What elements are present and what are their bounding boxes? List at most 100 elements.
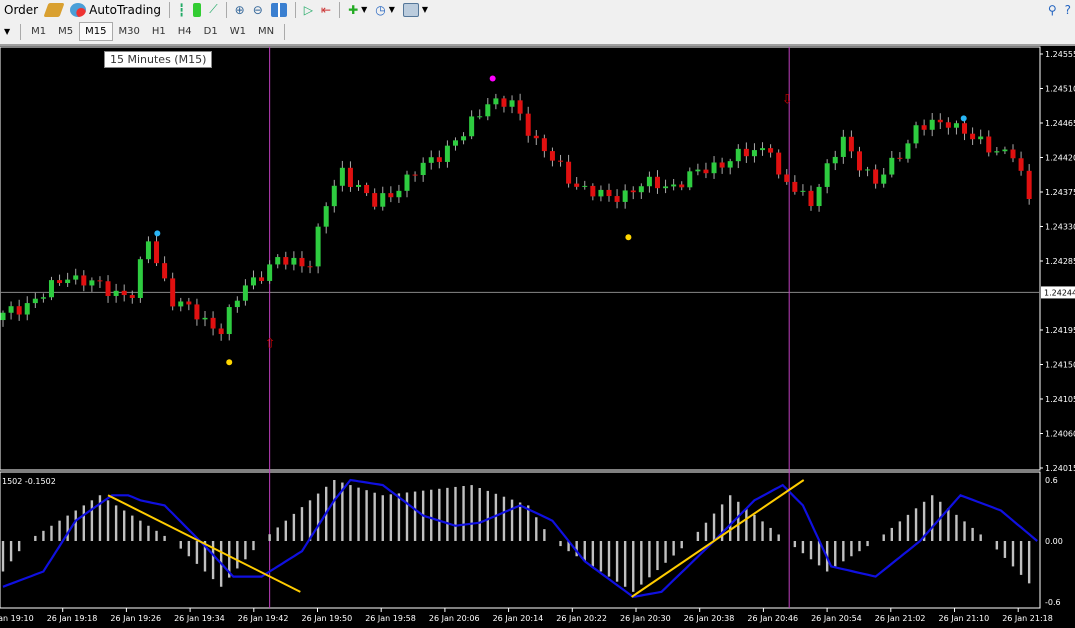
candle (695, 163, 701, 176)
candle-body (735, 148, 741, 162)
candle (331, 179, 337, 213)
candle-body (663, 186, 669, 189)
candle (663, 179, 669, 194)
candle-body (533, 135, 539, 139)
candle (267, 260, 273, 284)
candle-body (1018, 158, 1024, 171)
candle (832, 150, 838, 171)
candle (178, 297, 184, 312)
candle (89, 277, 95, 292)
candle-body (792, 181, 798, 192)
candle-body (784, 174, 790, 182)
candle (711, 156, 717, 179)
candle (590, 183, 596, 201)
candle (105, 275, 111, 303)
candle (291, 251, 297, 271)
candle (477, 109, 483, 120)
timeframe-tooltip: 15 Minutes (M15) (104, 51, 213, 68)
candle (784, 169, 790, 185)
candle-body (768, 148, 774, 153)
candle-body (646, 176, 652, 187)
candle (0, 310, 6, 327)
candle (388, 186, 394, 203)
candle-body (291, 257, 297, 265)
candle-body (953, 123, 959, 128)
signal-dot (625, 234, 632, 241)
candle-body (711, 162, 717, 174)
time-label: 26 Jan 20:06 (429, 614, 480, 623)
candle (606, 183, 612, 202)
candle (57, 274, 63, 286)
candle (921, 119, 927, 136)
signal-dot (154, 230, 161, 237)
candle-body (986, 136, 992, 153)
price-label: 1.24195 (1045, 326, 1075, 335)
candle (428, 150, 434, 170)
candle (339, 160, 345, 192)
candle (97, 276, 103, 289)
candle-body (356, 184, 362, 187)
candle-body (889, 157, 895, 175)
candle (307, 260, 313, 274)
current-price-label: 1.24244 (1044, 288, 1075, 297)
candle (444, 140, 450, 168)
candle (234, 296, 240, 313)
candle-body (89, 280, 95, 286)
candle (202, 311, 208, 327)
signal-dot (960, 115, 967, 122)
candle-body (444, 145, 450, 162)
candle (162, 256, 168, 282)
candle-body (32, 298, 38, 304)
candle-body (178, 301, 184, 307)
signal-dot (489, 75, 496, 82)
candle-body (832, 156, 838, 164)
candle (824, 159, 830, 194)
candle-body (921, 125, 927, 130)
candle-body (137, 259, 143, 298)
price-chart[interactable]: 1.24555 1.24510 1.24465 1.24420 1.24375 1.243… (0, 0, 1075, 628)
price-label: 1.24105 (1045, 395, 1075, 404)
candle-body (913, 125, 919, 144)
candle (461, 132, 467, 145)
candle-body (824, 163, 830, 187)
candle-body (509, 100, 515, 107)
time-label: 26 Jan 20:30 (620, 614, 671, 623)
candle-body (16, 306, 22, 315)
oscillator-label: 0.00 (1045, 537, 1063, 546)
candle (372, 188, 378, 210)
candle-body (315, 226, 321, 267)
candle (574, 177, 580, 190)
time-label: 26 Jan 21:10 (939, 614, 990, 623)
candle-body (654, 176, 660, 189)
candle-body (703, 169, 709, 174)
candle-body (226, 307, 232, 335)
candle-body (856, 151, 862, 171)
candle-body (760, 148, 766, 151)
candle-body (194, 304, 200, 320)
candle (1026, 164, 1032, 205)
candle (315, 223, 321, 274)
candle (121, 284, 127, 302)
candle (396, 184, 402, 203)
candle (533, 130, 539, 145)
candle (986, 130, 992, 157)
candle-body (154, 241, 160, 264)
candle (727, 158, 733, 175)
candle-body (307, 266, 313, 268)
candle (840, 129, 846, 164)
time-label: 26 Jan 21:18 (1002, 614, 1053, 623)
candle (493, 93, 499, 110)
candle-body (24, 303, 30, 315)
candle-body (743, 148, 749, 157)
candle (436, 150, 442, 169)
candle-body (65, 279, 71, 284)
candle-body (121, 290, 127, 296)
candle (1002, 146, 1008, 155)
candle (1010, 144, 1016, 163)
candle (970, 127, 976, 145)
price-label: 1.24465 (1045, 119, 1075, 128)
candle-body (40, 297, 46, 299)
candle (210, 311, 216, 336)
time-label: 26 Jan 19:34 (174, 614, 225, 623)
candle-body (469, 116, 475, 137)
